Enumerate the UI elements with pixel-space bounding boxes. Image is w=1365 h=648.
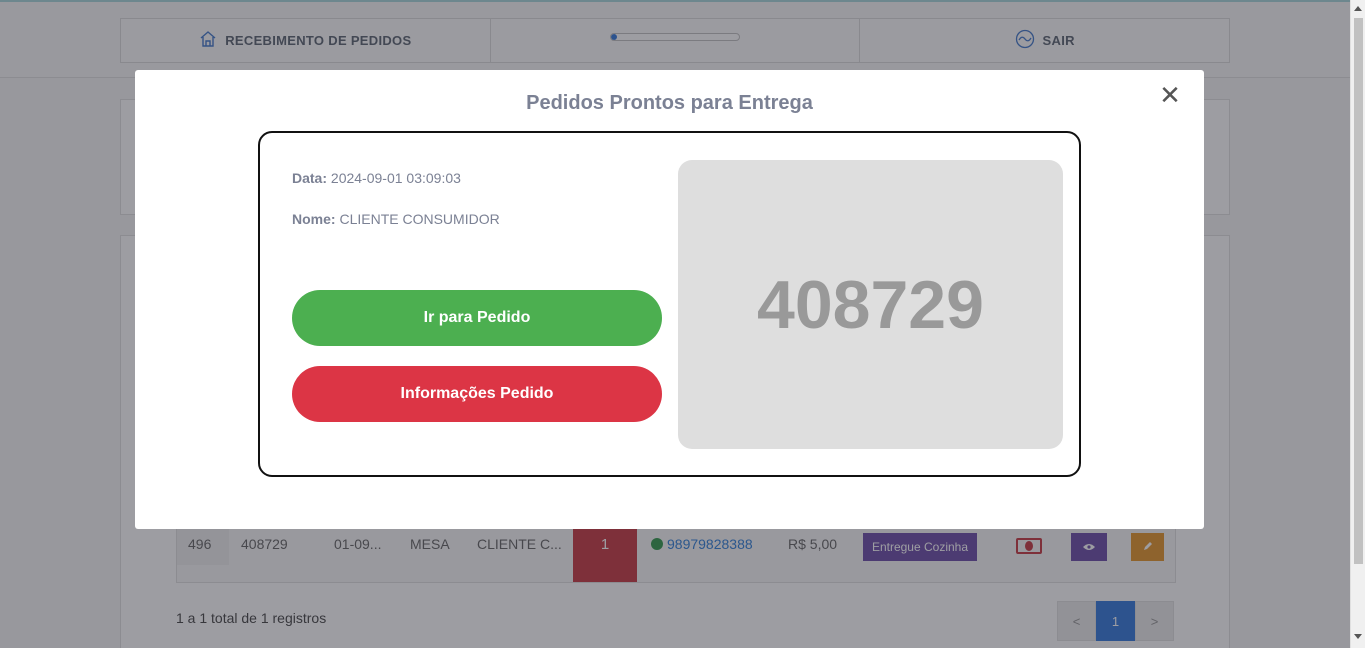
ready-orders-modal: Pedidos Prontos para Entrega ✕ Data: 202…: [135, 70, 1204, 529]
scroll-thumb[interactable]: [1354, 18, 1363, 564]
scroll-down-arrow-icon[interactable]: [1354, 634, 1362, 639]
close-icon[interactable]: ✕: [1159, 82, 1181, 108]
date-label: Data:: [292, 170, 328, 186]
order-info-button[interactable]: Informações Pedido: [292, 366, 662, 422]
order-number-display: 408729: [678, 160, 1063, 449]
order-card: Data: 2024-09-01 03:09:03 Nome: CLIENTE …: [258, 131, 1081, 477]
name-label: Nome:: [292, 211, 336, 227]
date-value: 2024-09-01 03:09:03: [330, 170, 461, 186]
scroll-up-arrow-icon[interactable]: [1354, 6, 1362, 11]
order-name: Nome: CLIENTE CONSUMIDOR: [292, 211, 500, 227]
name-value: CLIENTE CONSUMIDOR: [339, 211, 500, 227]
modal-title: Pedidos Prontos para Entrega: [526, 92, 813, 114]
scrollbar[interactable]: [1350, 0, 1365, 648]
order-date: Data: 2024-09-01 03:09:03: [292, 170, 461, 186]
go-to-order-button[interactable]: Ir para Pedido: [292, 290, 662, 346]
